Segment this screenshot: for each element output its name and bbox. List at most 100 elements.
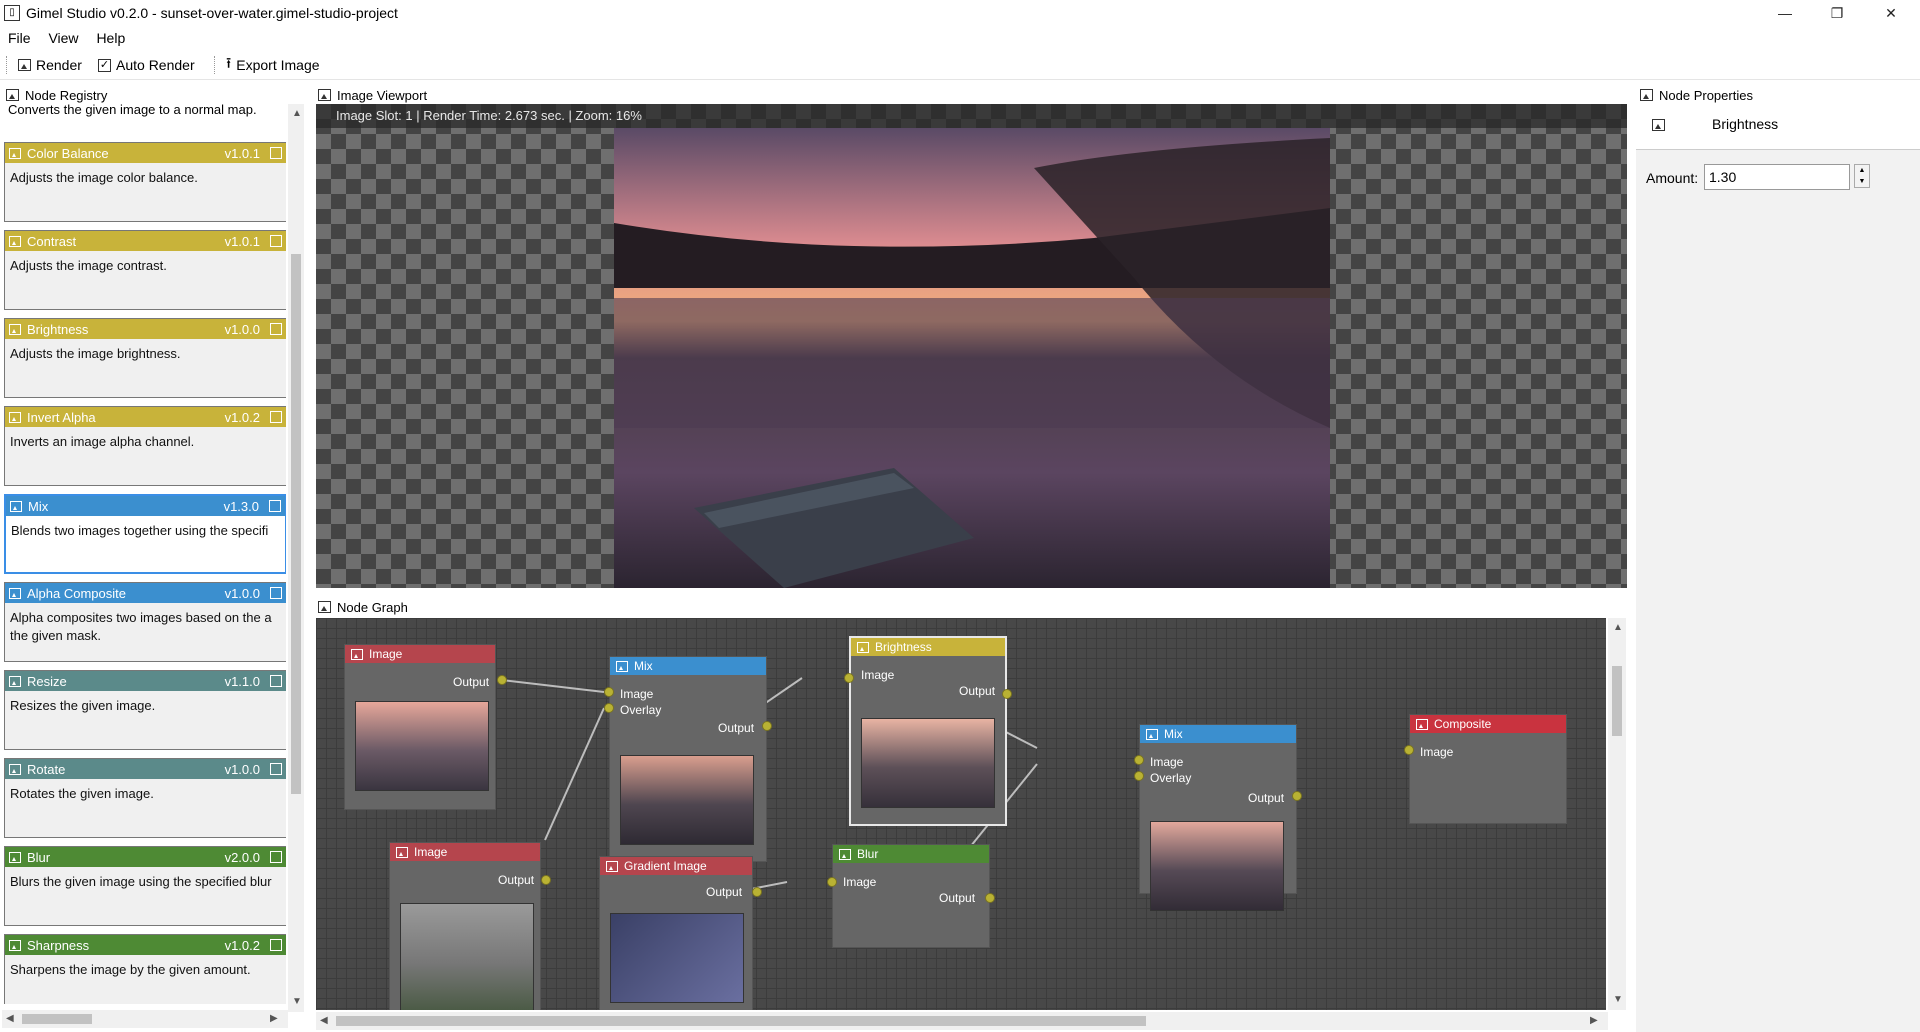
output-port[interactable] <box>1292 791 1302 801</box>
graph-node-image-1[interactable]: Image Output <box>344 644 496 810</box>
node-thumbnail <box>610 913 744 1003</box>
registry-node-card[interactable]: Contrast v1.0.1 Adjusts the image contrast… <box>4 230 286 310</box>
scroll-up-icon[interactable]: ▲ <box>1613 622 1623 633</box>
input-port-label: Image <box>1150 755 1184 769</box>
registry-node-name: Color Balance <box>27 145 109 161</box>
input-port[interactable] <box>827 877 837 887</box>
node-thumbnail <box>355 701 489 791</box>
menu-file[interactable]: File <box>0 28 37 46</box>
registry-node-desc-text-2: the given mask. <box>10 628 102 643</box>
h-scroll-thumb[interactable] <box>22 1014 92 1024</box>
registry-node-description: Sharpens the image by the given amount. <box>5 955 286 985</box>
menu-view[interactable]: View <box>40 28 84 46</box>
render-button[interactable]: Render <box>12 53 88 77</box>
graph-node-mix-2[interactable]: Mix Image Overlay Output <box>1139 724 1297 911</box>
registry-node-name: Resize <box>27 673 67 689</box>
scroll-down-icon[interactable]: ▼ <box>292 996 302 1007</box>
registry-node-desc-text: Blends two images together using the spe… <box>11 523 269 538</box>
registry-node-desc-text: Inverts an image alpha channel. <box>10 434 195 449</box>
registry-node-card[interactable]: Resize v1.1.0 Resizes the given image. <box>4 670 286 750</box>
minimize-button[interactable]: — <box>1760 0 1810 28</box>
node-graph-canvas[interactable]: Image Output Image Output Mix Image Over… <box>316 618 1606 1010</box>
output-port[interactable] <box>752 887 762 897</box>
output-port-label: Output <box>939 891 976 905</box>
registry-node-description: Adjusts the image contrast. <box>5 251 286 281</box>
scroll-right-icon[interactable]: ▶ <box>1590 1015 1598 1026</box>
graph-node-mix-1[interactable]: Mix Image Overlay Output <box>609 656 767 862</box>
graph-node-composite[interactable]: Composite Image <box>1409 714 1567 824</box>
node-info-icon <box>270 851 282 863</box>
graph-vertical-scrollbar[interactable]: ▲ ▼ <box>1608 618 1626 1010</box>
panel-icon <box>6 89 19 101</box>
panel-icon <box>318 601 331 613</box>
input-port[interactable] <box>844 673 854 683</box>
input-port[interactable] <box>604 703 614 713</box>
registry-node-version: v1.0.0 <box>224 761 260 777</box>
registry-node-name: Alpha Composite <box>27 585 126 601</box>
restore-button[interactable]: ❐ <box>1812 0 1862 28</box>
scroll-thumb[interactable] <box>291 254 301 794</box>
graph-horizontal-scrollbar[interactable]: ◀ ▶ <box>316 1012 1608 1030</box>
node-info-icon <box>270 763 282 775</box>
input-port-label: Image <box>843 875 877 889</box>
checkbox-icon: ✓ <box>98 58 111 72</box>
node-thumbnail <box>620 755 754 845</box>
registry-node-card[interactable]: Mix v1.3.0 Blends two images together usin… <box>4 494 286 574</box>
close-button[interactable]: ✕ <box>1866 0 1916 28</box>
menu-help[interactable]: Help <box>88 28 131 46</box>
registry-node-version: v1.0.2 <box>224 409 260 425</box>
scroll-left-icon[interactable]: ◀ <box>320 1015 328 1026</box>
registry-node-name: Sharpness <box>27 937 90 953</box>
auto-render-toggle[interactable]: ✓ Auto Render <box>92 53 201 77</box>
registry-node-card[interactable]: Invert Alpha v1.0.2 Inverts an image alpha… <box>4 406 286 486</box>
node-title: Image <box>414 845 448 859</box>
amount-input[interactable] <box>1704 164 1850 190</box>
graph-node-image-2[interactable]: Image Output <box>389 842 541 1010</box>
registry-node-card[interactable]: Color Balance v1.0.1 Adjusts the image col… <box>4 142 286 222</box>
registry-node-card[interactable]: Alpha Composite v1.0.0 Alpha composites tw… <box>4 582 286 662</box>
title-bar: ▯ Gimel Studio v0.2.0 - sunset-over-wate… <box>0 0 1920 28</box>
graph-node-brightness[interactable]: Brightness Image Output <box>849 636 1007 826</box>
image-viewport[interactable]: Image Slot: 1 | Render Time: 2.673 sec. … <box>316 104 1627 588</box>
scroll-down-icon[interactable]: ▼ <box>1613 994 1623 1005</box>
export-image-button[interactable]: ⭱ Export Image <box>220 53 326 77</box>
node-thumbnail <box>400 903 534 1010</box>
scroll-left-icon[interactable]: ◀ <box>6 1013 14 1024</box>
panel-icon <box>318 89 331 101</box>
output-port[interactable] <box>1002 689 1012 699</box>
node-registry-list[interactable]: Converts the given image to a normal map… <box>2 104 286 1004</box>
output-port[interactable] <box>762 721 772 731</box>
image-icon <box>9 675 21 687</box>
scroll-right-icon[interactable]: ▶ <box>270 1013 278 1024</box>
image-icon <box>9 587 21 599</box>
graph-node-blur[interactable]: Blur Image Output <box>832 844 990 948</box>
input-port[interactable] <box>604 687 614 697</box>
input-port[interactable] <box>1134 755 1144 765</box>
registry-node-header: Contrast v1.0.1 <box>5 231 286 251</box>
scroll-up-icon[interactable]: ▲ <box>292 108 302 119</box>
input-port[interactable] <box>1404 745 1414 755</box>
registry-node-name: Brightness <box>27 321 89 337</box>
node-title: Gradient Image <box>624 859 707 873</box>
registry-node-card[interactable]: Brightness v1.0.0 Adjusts the image bright… <box>4 318 286 398</box>
output-port[interactable] <box>985 893 995 903</box>
image-icon <box>9 235 21 247</box>
graph-node-gradient-image[interactable]: Gradient Image Output <box>599 856 753 1010</box>
h-scroll-thumb[interactable] <box>336 1016 1146 1026</box>
output-port[interactable] <box>541 875 551 885</box>
registry-horizontal-scrollbar[interactable]: ◀ ▶ <box>2 1010 288 1028</box>
node-graph-title: Node Graph <box>337 599 408 615</box>
registry-node-card[interactable]: Rotate v1.0.0 Rotates the given image. <box>4 758 286 838</box>
scroll-thumb[interactable] <box>1612 666 1622 736</box>
registry-node-card[interactable]: Blur v2.0.0 Blurs the given image using th… <box>4 846 286 926</box>
output-port[interactable] <box>497 675 507 685</box>
registry-node-header: Mix v1.3.0 <box>6 496 285 516</box>
input-port[interactable] <box>1134 771 1144 781</box>
registry-node-version: v1.0.1 <box>224 233 260 249</box>
registry-vertical-scrollbar[interactable]: ▲ ▼ <box>288 104 304 1012</box>
registry-node-description: Adjusts the image color balance. <box>5 163 286 193</box>
input-port-label: Image <box>1420 745 1454 759</box>
registry-node-card[interactable]: Sharpness v1.0.2 Sharpens the image by the… <box>4 934 286 1004</box>
properties-node-name: Brightness <box>1712 116 1779 132</box>
amount-stepper[interactable]: ▲ ▼ <box>1854 164 1870 188</box>
